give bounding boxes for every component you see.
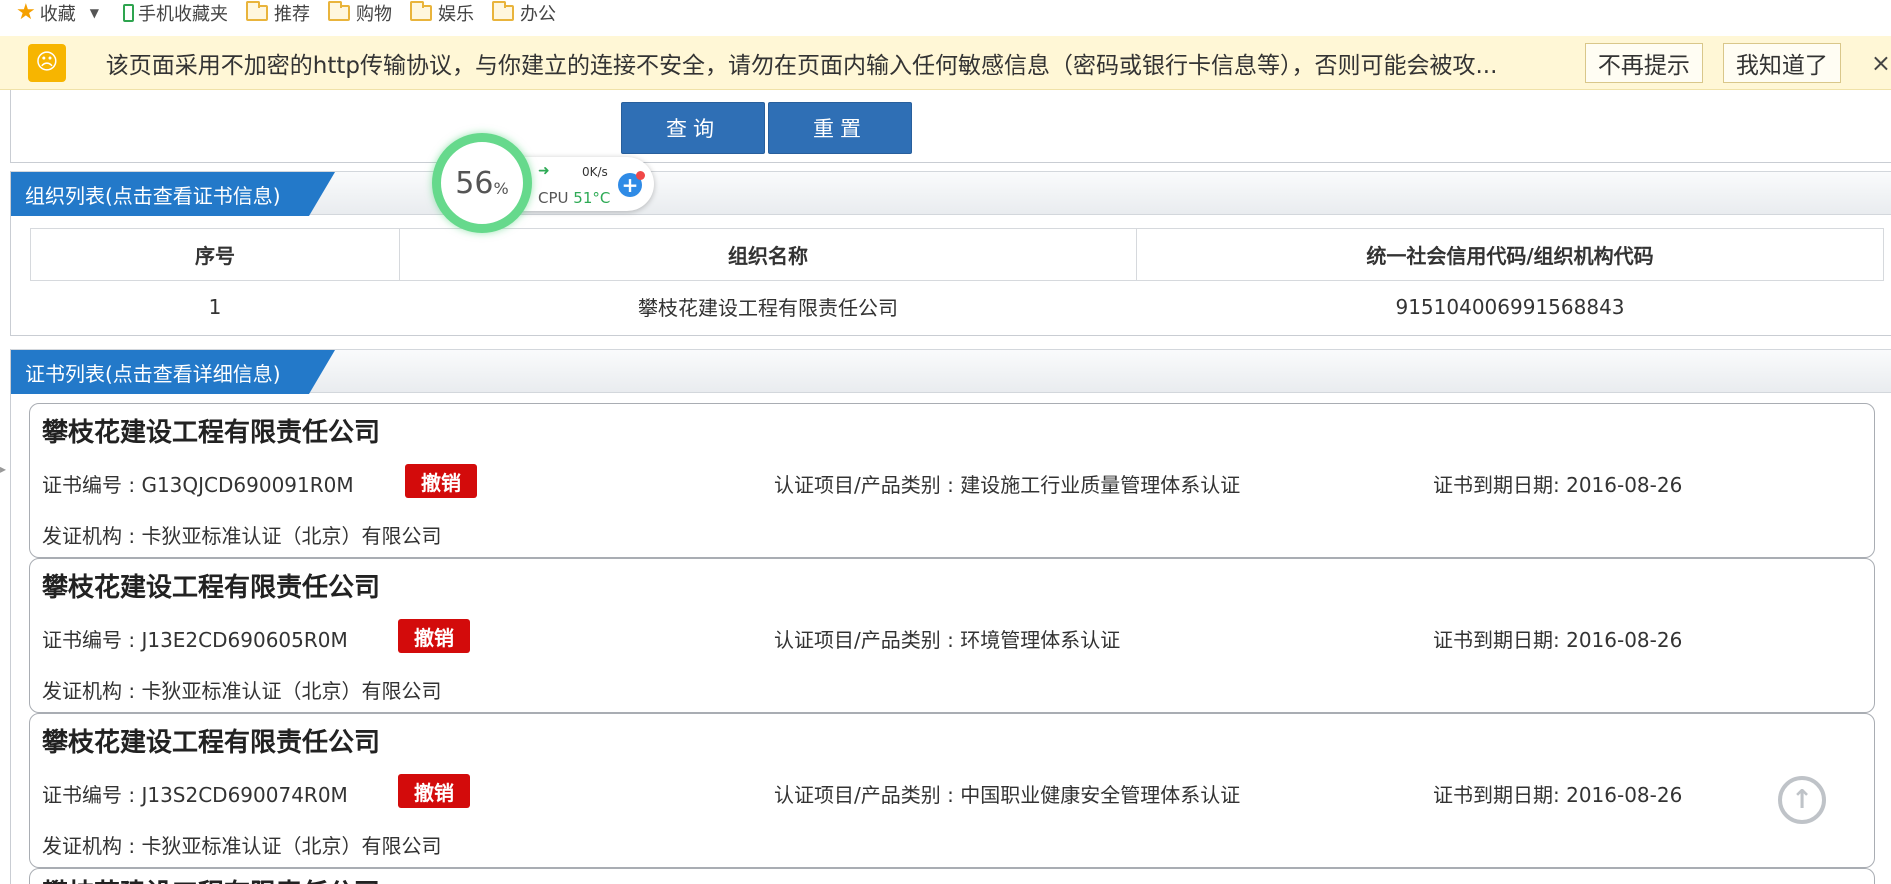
cert-number: 证书编号 : G13QJCD690091R0M xyxy=(42,473,354,497)
percent-sign: % xyxy=(493,178,509,198)
bookmark-folder-recommend[interactable]: 推荐 xyxy=(245,0,310,26)
revoked-badge: 撤销 xyxy=(405,464,477,498)
download-arrow-icon: ➜ xyxy=(538,163,550,179)
chevron-down-icon[interactable]: ▼ xyxy=(90,6,99,20)
got-it-button[interactable]: 我知道了 xyxy=(1722,42,1841,83)
cert-project: 认证项目/产品类别 : 环境管理体系认证 xyxy=(774,628,1121,652)
cert-company: 攀枝花建设工程有限责任公司 xyxy=(42,573,381,603)
bookmark-folder-entertainment[interactable]: 娱乐 xyxy=(409,0,474,26)
system-monitor-widget[interactable]: 56% ➜ 0K/s CPU 51°C + xyxy=(432,133,656,233)
cert-company: 攀枝花建设工程有限责任公司 xyxy=(42,873,380,884)
bookmark-folder-shopping[interactable]: 购物 xyxy=(327,0,392,26)
cert-card[interactable]: 攀枝花建设工程有限责任公司 证书编号 : G13QJCD690091R0M 撤销… xyxy=(29,403,1875,558)
phone-icon xyxy=(122,4,134,22)
warning-text: 该页面采用不加密的http传输协议，与你建立的连接不安全，请勿在页面内输入任何敏… xyxy=(105,52,1498,79)
cpu-temp: 51°C xyxy=(573,189,611,207)
close-icon[interactable]: × xyxy=(1871,49,1891,77)
bookmark-folder-label: 购物 xyxy=(355,4,392,25)
org-list-header: 组织列表(点击查看证书信息) xyxy=(11,171,1891,215)
cpu-readout: CPU 51°C xyxy=(538,189,610,207)
revoked-badge: 撤销 xyxy=(398,619,470,653)
network-speed: 0K/s xyxy=(582,165,608,179)
bookmarks-bar: ★ 收藏 ▼ 手机收藏夹 推荐 购物 娱乐 办公 xyxy=(0,0,1891,26)
sad-face-icon: ☹ xyxy=(28,43,66,82)
sidebar-toggle-icon[interactable]: ▸ xyxy=(0,462,6,476)
cell-credit-code: 915104006991568843 xyxy=(1395,294,1625,319)
cert-project: 认证项目/产品类别 : 中国职业健康安全管理体系认证 xyxy=(774,783,1241,807)
bookmark-folder-label: 娱乐 xyxy=(437,4,474,25)
cert-company: 攀枝花建设工程有限责任公司 xyxy=(42,418,381,448)
cert-list-header: 证书列表(点击查看详细信息) xyxy=(11,349,1891,393)
org-list-panel: 组织列表(点击查看证书信息) 序号 组织名称 统一社会信用代码/组织机构代码 1… xyxy=(10,171,1891,336)
bookmark-folder-office[interactable]: 办公 xyxy=(491,0,556,26)
cert-number: 证书编号 : J13S2CD690074R0M xyxy=(42,783,348,807)
revoked-badge: 撤销 xyxy=(398,774,470,808)
column-header-org-name: 组织名称 xyxy=(399,228,1137,281)
dont-remind-button[interactable]: 不再提示 xyxy=(1584,42,1703,83)
bookmark-folder-label: 推荐 xyxy=(273,4,310,25)
cert-issuer: 发证机构 : 卡狄亚标准认证（北京）有限公司 xyxy=(42,834,442,858)
bookmark-mobile-label: 手机收藏夹 xyxy=(137,4,228,25)
cert-expiry: 证书到期日期: 2016-08-26 xyxy=(1433,628,1683,652)
cert-company: 攀枝花建设工程有限责任公司 xyxy=(42,728,381,758)
bookmark-favorites-label: 收藏 xyxy=(39,4,76,25)
folder-icon xyxy=(409,1,432,21)
table-header-row: 序号 组织名称 统一社会信用代码/组织机构代码 xyxy=(30,228,1884,281)
notification-dot xyxy=(636,171,645,180)
insecure-warning-banner: ☹ 该页面采用不加密的http传输协议，与你建立的连接不安全，请勿在页面内输入任… xyxy=(0,36,1891,90)
memory-usage-ring[interactable]: 56% xyxy=(432,133,532,233)
cert-number: 证书编号 : J13E2CD690605R0M xyxy=(42,628,348,652)
cert-card[interactable]: 攀枝花建设工程有限责任公司 证书编号 : J13S2CD690074R0M 撤销… xyxy=(29,713,1875,868)
column-header-credit-code: 统一社会信用代码/组织机构代码 xyxy=(1136,228,1884,281)
bookmark-favorites[interactable]: ★ 收藏 ▼ xyxy=(16,0,105,26)
cert-issuer: 发证机构 : 卡狄亚标准认证（北京）有限公司 xyxy=(42,679,442,703)
cert-card[interactable]: 攀枝花建设工程有限责任公司 xyxy=(29,868,1875,884)
org-list-title: 组织列表(点击查看证书信息) xyxy=(11,172,335,216)
memory-percent: 56 xyxy=(455,165,494,201)
search-panel: 查询 重置 xyxy=(10,90,1891,163)
table-row[interactable]: 1 攀枝花建设工程有限责任公司 915104006991568843 xyxy=(31,281,1884,333)
cell-index: 1 xyxy=(208,294,222,319)
star-icon: ★ xyxy=(16,0,36,25)
org-table: 序号 组织名称 统一社会信用代码/组织机构代码 1 攀枝花建设工程有限责任公司 … xyxy=(30,228,1884,333)
reset-button[interactable]: 重置 xyxy=(768,102,912,154)
bookmark-folder-label: 办公 xyxy=(519,4,556,25)
bookmark-mobile[interactable]: 手机收藏夹 xyxy=(122,0,228,26)
cert-expiry: 证书到期日期: 2016-08-26 xyxy=(1433,473,1683,497)
cell-org-name[interactable]: 攀枝花建设工程有限责任公司 xyxy=(400,281,1137,333)
folder-icon xyxy=(245,1,268,21)
cpu-label: CPU xyxy=(538,189,569,207)
folder-icon xyxy=(491,1,514,21)
cert-expiry: 证书到期日期: 2016-08-26 xyxy=(1433,783,1683,807)
column-header-index: 序号 xyxy=(30,228,400,281)
folder-icon xyxy=(327,1,350,21)
cert-list-title: 证书列表(点击查看详细信息) xyxy=(11,350,335,394)
cert-issuer: 发证机构 : 卡狄亚标准认证（北京）有限公司 xyxy=(42,524,442,548)
cert-project: 认证项目/产品类别 : 建设施工行业质量管理体系认证 xyxy=(774,473,1241,497)
back-to-top-icon[interactable]: ↑ xyxy=(1778,776,1826,824)
cert-card[interactable]: 攀枝花建设工程有限责任公司 证书编号 : J13E2CD690605R0M 撤销… xyxy=(29,558,1875,713)
